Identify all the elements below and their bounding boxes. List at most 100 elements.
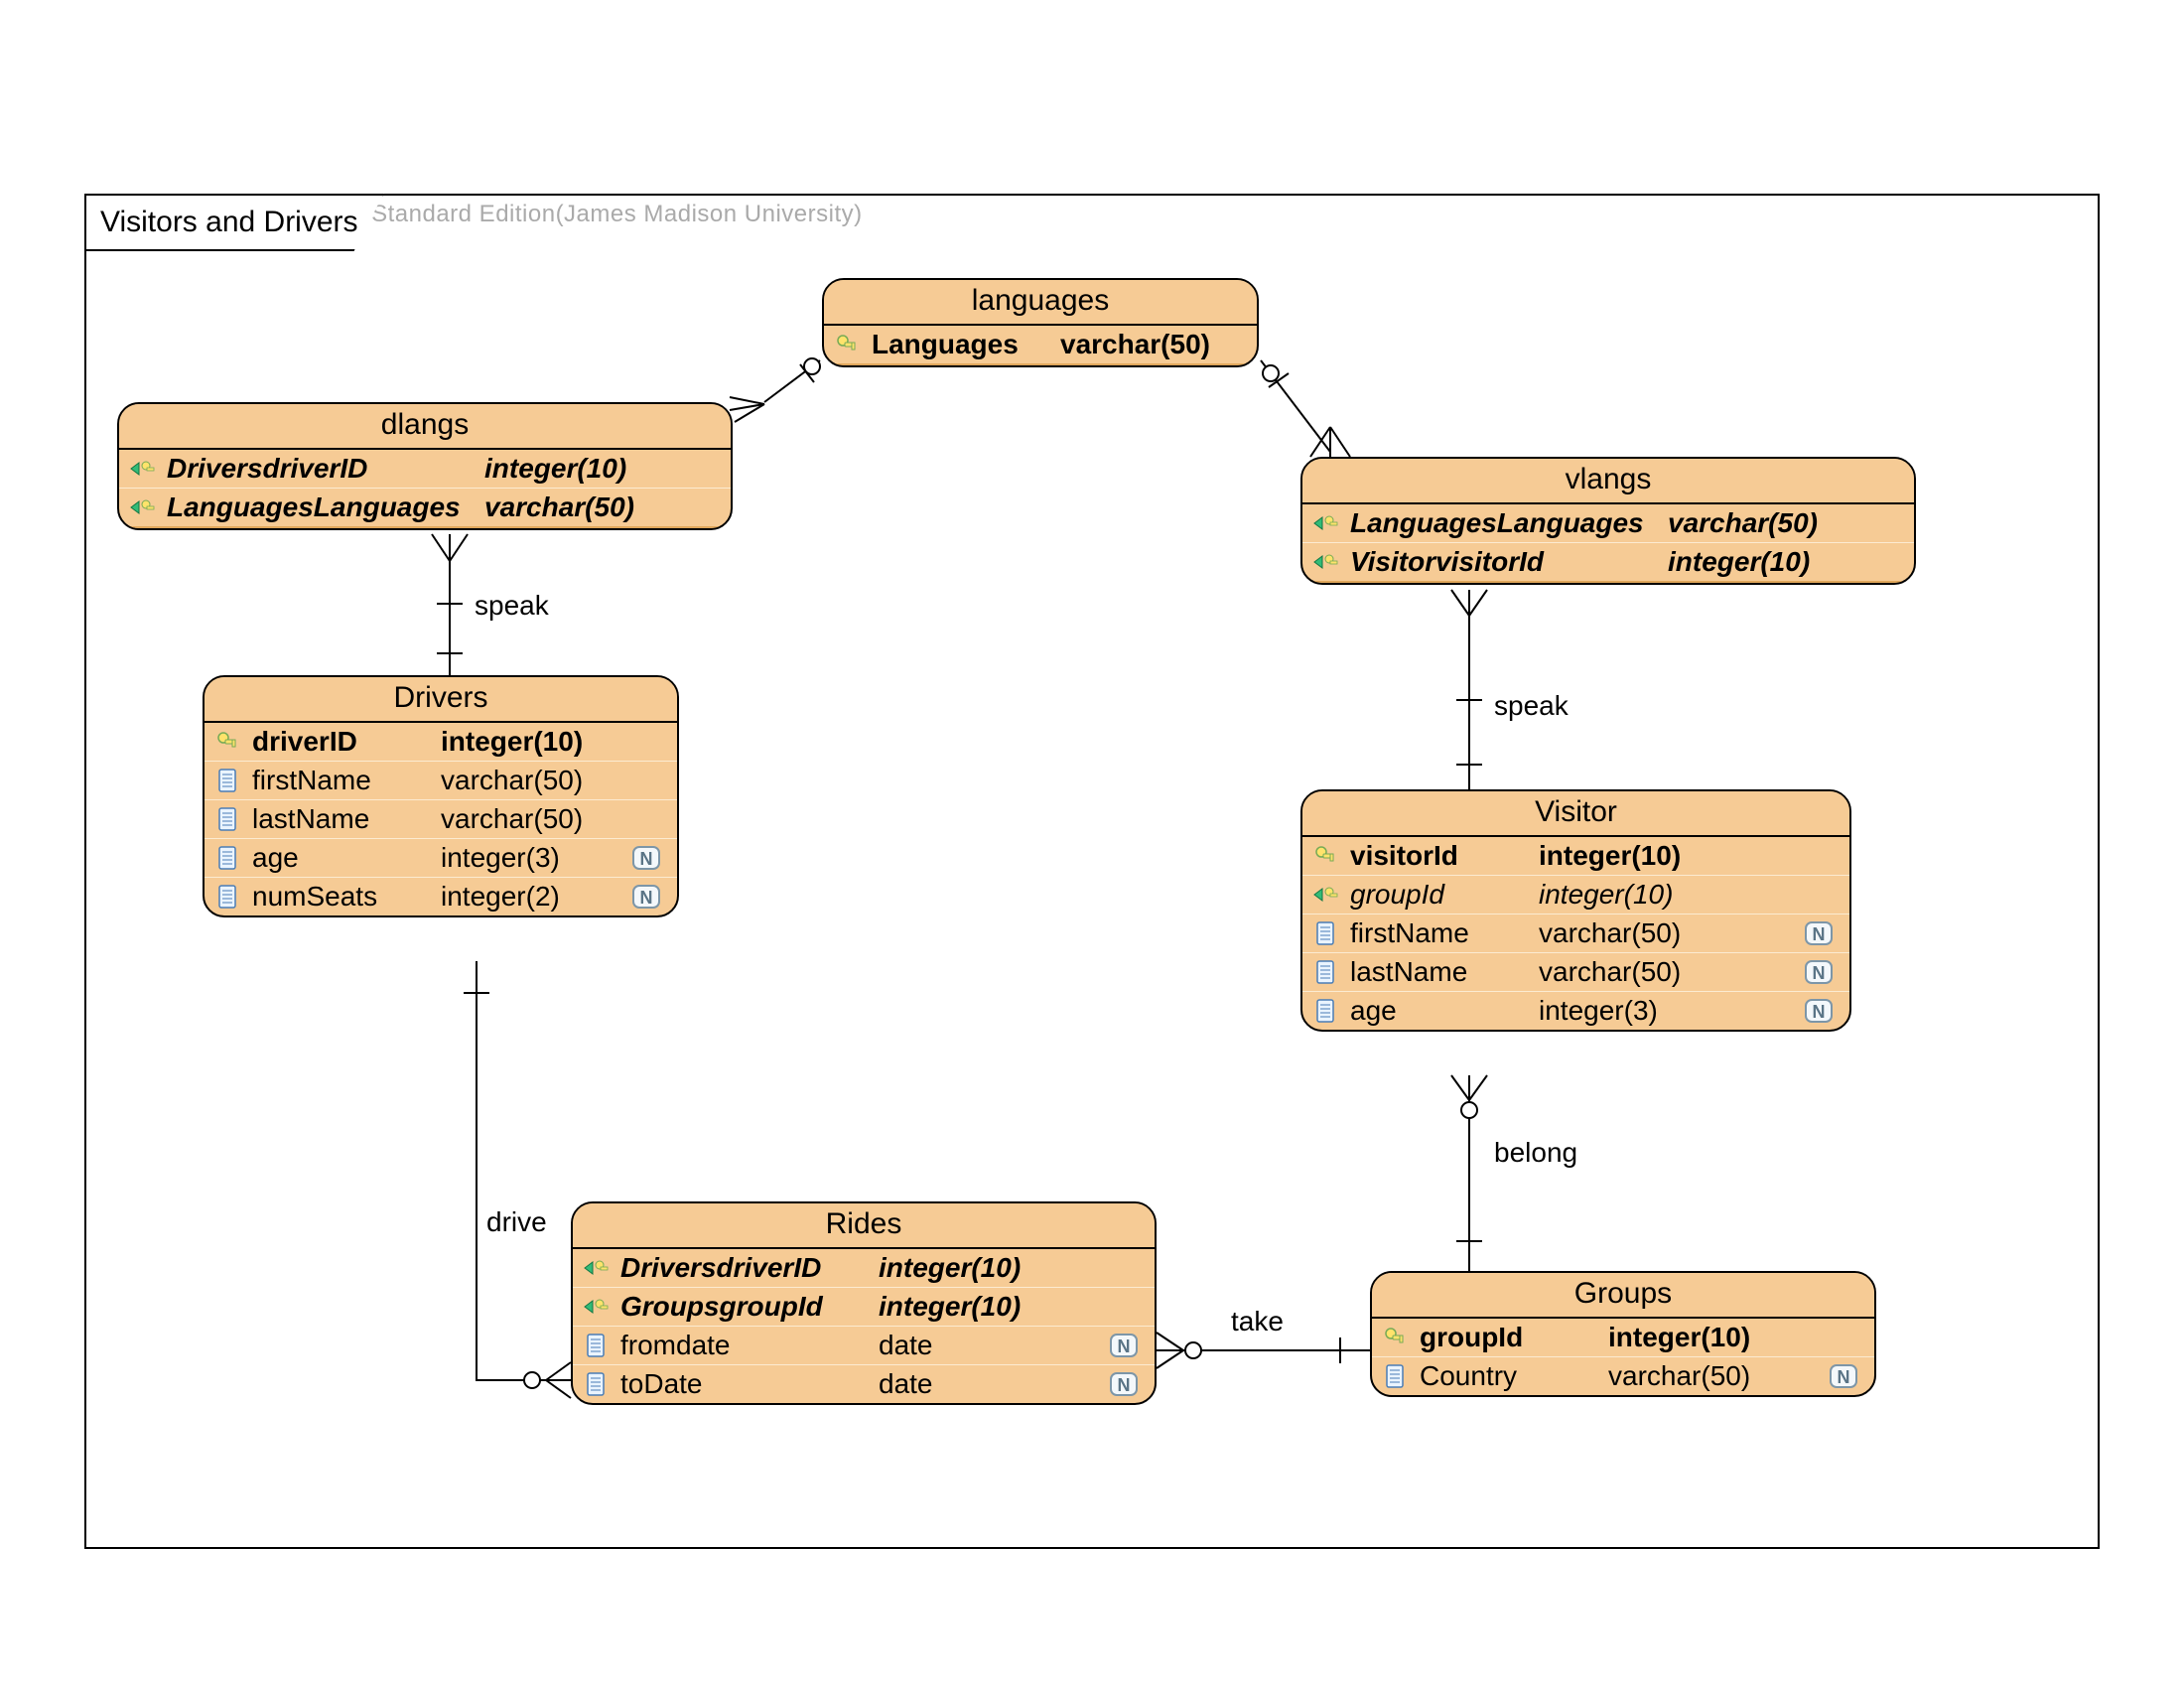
entity-title: vlangs [1302, 459, 1914, 504]
attr-name: Country [1420, 1360, 1598, 1392]
nullable-icon: N [1109, 1369, 1145, 1399]
attr-type: varchar(50) [1539, 956, 1794, 988]
nullable-icon: N [1804, 996, 1840, 1026]
nullable-icon: N [631, 843, 667, 873]
attr-type: varchar(50) [441, 765, 667, 796]
entity-rows: DriversdriverID integer(10) GroupsgroupI… [573, 1249, 1155, 1403]
svg-text:N: N [1118, 1375, 1131, 1395]
column-icon [212, 806, 242, 832]
attr-type: integer(10) [1539, 879, 1840, 911]
attr-type: varchar(50) [1668, 507, 1904, 539]
column-icon [212, 768, 242, 793]
column-icon [1310, 920, 1340, 946]
attr-name: numSeats [252, 881, 431, 913]
column-icon [581, 1333, 611, 1358]
svg-text:N: N [1813, 1002, 1826, 1022]
entity-title: Rides [573, 1203, 1155, 1249]
attr-type: varchar(50) [484, 492, 721, 523]
attr-type: integer(3) [441, 842, 621, 874]
attr-name: age [1350, 995, 1529, 1027]
attr-type: varchar(50) [441, 803, 667, 835]
attr-type: varchar(50) [1060, 329, 1247, 360]
entity-title: Drivers [205, 677, 677, 723]
nullable-icon: N [1109, 1331, 1145, 1360]
attr-type: date [879, 1330, 1099, 1361]
attr-name: DriversdriverID [167, 453, 475, 485]
column-icon [212, 884, 242, 910]
relation-label-belong: belong [1494, 1137, 1577, 1169]
attr-type: integer(10) [879, 1252, 1145, 1284]
svg-text:N: N [1813, 924, 1826, 944]
attr-type: integer(2) [441, 881, 621, 913]
attr-name: visitorId [1350, 840, 1529, 872]
attr-type: varchar(50) [1608, 1360, 1819, 1392]
entity-vlangs: vlangs LanguagesLanguages varchar(50) Vi… [1300, 457, 1916, 585]
nullable-icon: N [1804, 918, 1840, 948]
attr-name: VisitorvisitorId [1350, 546, 1658, 578]
entity-rows: DriversdriverID integer(10) LanguagesLan… [119, 450, 731, 528]
attr-name: firstName [1350, 917, 1529, 949]
attr-type: integer(10) [1539, 840, 1840, 872]
entity-rows: LanguagesLanguages varchar(50) Visitorvi… [1302, 504, 1914, 583]
entity-drivers: Drivers driverID integer(10) firstName v… [203, 675, 679, 917]
attr-type: varchar(50) [1539, 917, 1794, 949]
attr-name: Languages [872, 329, 1050, 360]
fk-icon [1310, 511, 1340, 535]
svg-text:N: N [1118, 1336, 1131, 1356]
fk-icon [127, 457, 157, 481]
frame-title-tab: Visitors and Drivers [84, 194, 384, 251]
attr-name: toDate [620, 1368, 869, 1400]
entity-rows: groupId integer(10) Country varchar(50) … [1372, 1319, 1874, 1395]
entity-visitor: Visitor visitorId integer(10) groupId in… [1300, 789, 1851, 1032]
entity-title: Visitor [1302, 791, 1849, 837]
relation-label-drive: drive [486, 1206, 547, 1238]
frame-title: Visitors and Drivers [100, 206, 358, 239]
pk-icon [832, 333, 862, 356]
nullable-icon: N [631, 882, 667, 912]
svg-text:N: N [1813, 963, 1826, 983]
relation-label-take: take [1231, 1306, 1284, 1337]
entity-groups: Groups groupId integer(10) Country varch… [1370, 1271, 1876, 1397]
column-icon [581, 1371, 611, 1397]
fk-icon [1310, 550, 1340, 574]
entity-title: Groups [1372, 1273, 1874, 1319]
attr-type: integer(10) [1668, 546, 1904, 578]
fk-icon [581, 1295, 611, 1319]
column-icon [1310, 998, 1340, 1024]
attr-name: driverID [252, 726, 431, 758]
fk-icon [581, 1256, 611, 1280]
attr-name: groupId [1420, 1322, 1598, 1353]
entity-title: dlangs [119, 404, 731, 450]
fk-icon [127, 495, 157, 519]
attr-name: fromdate [620, 1330, 869, 1361]
pk-icon [212, 730, 242, 754]
attr-type: integer(10) [879, 1291, 1145, 1323]
nullable-icon: N [1804, 957, 1840, 987]
diagram-page: Visual Paradigm for UML Standard Edition… [0, 0, 2184, 1688]
pk-icon [1310, 844, 1340, 868]
svg-text:N: N [640, 888, 653, 908]
fk-icon [1310, 883, 1340, 907]
entity-rows: driverID integer(10) firstName varchar(5… [205, 723, 677, 915]
svg-text:N: N [640, 849, 653, 869]
attr-type: integer(10) [484, 453, 721, 485]
attr-name: LanguagesLanguages [1350, 507, 1658, 539]
attr-name: firstName [252, 765, 431, 796]
entity-languages: languages Languages varchar(50) [822, 278, 1259, 367]
entity-rides: Rides DriversdriverID integer(10) Groups… [571, 1201, 1157, 1405]
pk-icon [1380, 1326, 1410, 1349]
entity-rows: Languages varchar(50) [824, 326, 1257, 365]
column-icon [1310, 959, 1340, 985]
relation-label-speak: speak [1494, 690, 1569, 722]
relation-label-speak: speak [475, 590, 549, 622]
attr-name: age [252, 842, 431, 874]
svg-text:N: N [1838, 1367, 1850, 1387]
attr-name: groupId [1350, 879, 1529, 911]
attr-name: lastName [252, 803, 431, 835]
attr-name: GroupsgroupId [620, 1291, 869, 1323]
attr-name: lastName [1350, 956, 1529, 988]
attr-type: integer(10) [1608, 1322, 1864, 1353]
nullable-icon: N [1829, 1361, 1864, 1391]
entity-rows: visitorId integer(10) groupId integer(10… [1302, 837, 1849, 1030]
entity-title: languages [824, 280, 1257, 326]
